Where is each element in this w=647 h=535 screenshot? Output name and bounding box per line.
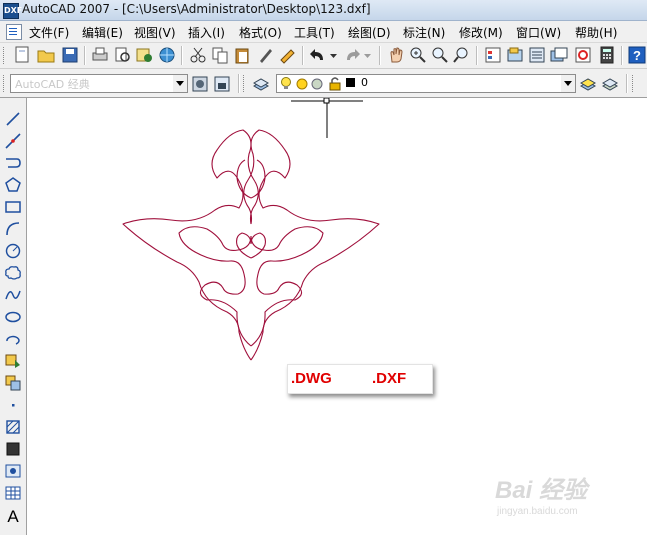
- menu-file[interactable]: 文件(F): [29, 24, 69, 41]
- calculator-icon[interactable]: [597, 45, 617, 65]
- badge-dwg-label: .DWG: [291, 370, 332, 387]
- make-object-layer-current-icon[interactable]: [578, 74, 598, 94]
- cut-icon[interactable]: [188, 45, 208, 65]
- paste-icon[interactable]: [232, 45, 252, 65]
- ellipse-icon[interactable]: [3, 307, 23, 327]
- workspace-save-icon[interactable]: [212, 74, 232, 94]
- insert-block-icon[interactable]: [3, 351, 23, 371]
- markup-set-manager-icon[interactable]: [573, 45, 593, 65]
- chevron-down-icon[interactable]: [173, 75, 187, 92]
- toolbar-grip[interactable]: [243, 75, 247, 92]
- watermark-brand: Bai 经验: [495, 477, 588, 504]
- lock-icon[interactable]: [328, 76, 342, 94]
- lightbulb-icon[interactable]: [279, 76, 293, 94]
- svg-text:?: ?: [633, 48, 641, 63]
- polygon-icon[interactable]: [3, 175, 23, 195]
- ellipse-arc-icon[interactable]: [3, 329, 23, 349]
- layer-dropdown[interactable]: 0: [276, 74, 576, 93]
- block-editor-icon[interactable]: [278, 45, 298, 65]
- new-file-icon[interactable]: [12, 45, 32, 65]
- menu-dimension[interactable]: 标注(N): [403, 24, 445, 41]
- format-badge: .DWG .DXF: [287, 364, 433, 394]
- viewport-freeze-icon[interactable]: [310, 76, 324, 94]
- point-icon[interactable]: [3, 395, 23, 415]
- svg-text:A: A: [7, 507, 19, 525]
- baidu-jingyan-watermark: Bai 经验 jingyan.baidu.com: [495, 470, 615, 520]
- construction-line-icon[interactable]: [3, 131, 23, 151]
- gradient-icon[interactable]: [3, 439, 23, 459]
- sun-freeze-icon[interactable]: [295, 76, 309, 94]
- zoom-realtime-icon[interactable]: [408, 45, 428, 65]
- redo-dropdown-icon[interactable]: [362, 45, 374, 65]
- line-icon[interactable]: [3, 109, 23, 129]
- menu-insert[interactable]: 插入(I): [188, 24, 225, 41]
- zoom-previous-icon[interactable]: [452, 45, 472, 65]
- watermark-url: jingyan.baidu.com: [497, 506, 578, 517]
- make-block-icon[interactable]: [3, 373, 23, 393]
- title-bar: DXF AutoCAD 2007 - [C:\Users\Administrat…: [0, 0, 647, 21]
- pan-realtime-icon[interactable]: [386, 45, 406, 65]
- document-icon[interactable]: [6, 24, 22, 40]
- menu-help[interactable]: 帮助(H): [575, 24, 617, 41]
- undo-dropdown-icon[interactable]: [328, 45, 340, 65]
- menu-modify[interactable]: 修改(M): [459, 24, 503, 41]
- layer-properties-icon[interactable]: [251, 74, 271, 94]
- sheet-set-manager-icon[interactable]: [549, 45, 569, 65]
- layer-previous-icon[interactable]: [600, 74, 620, 94]
- help-icon[interactable]: ?: [627, 45, 647, 65]
- undo-icon[interactable]: [308, 45, 328, 65]
- design-center-icon[interactable]: [505, 45, 525, 65]
- chevron-down-icon[interactable]: [561, 75, 575, 92]
- hatch-icon[interactable]: [3, 417, 23, 437]
- redo-icon[interactable]: [342, 45, 362, 65]
- multiline-text-icon[interactable]: A: [3, 505, 23, 525]
- menu-bar: 文件(F) 编辑(E) 视图(V) 插入(I) 格式(O) 工具(T) 绘图(D…: [0, 21, 647, 43]
- menu-window[interactable]: 窗口(W): [516, 24, 561, 41]
- region-icon[interactable]: [3, 461, 23, 481]
- table-icon[interactable]: [3, 483, 23, 503]
- match-properties-icon[interactable]: [256, 45, 276, 65]
- spline-icon[interactable]: [3, 285, 23, 305]
- menu-draw[interactable]: 绘图(D): [348, 24, 391, 41]
- layer-value: 0: [361, 76, 368, 89]
- menu-edit[interactable]: 编辑(E): [82, 24, 123, 41]
- workspace-dropdown[interactable]: AutoCAD 经典: [10, 74, 188, 93]
- tool-palettes-icon[interactable]: [527, 45, 547, 65]
- zoom-window-icon[interactable]: [430, 45, 450, 65]
- badge-dxf-label: .DXF: [372, 370, 407, 387]
- layers-toolbar: AutoCAD 经典 0: [0, 69, 647, 98]
- draw-toolbar: A: [0, 98, 27, 535]
- arc-icon[interactable]: [3, 219, 23, 239]
- autocad-dxf-icon[interactable]: DXF: [3, 3, 22, 19]
- open-file-icon[interactable]: [36, 45, 56, 65]
- circle-icon[interactable]: [3, 241, 23, 261]
- revision-cloud-icon[interactable]: [3, 263, 23, 283]
- save-icon[interactable]: [60, 45, 80, 65]
- polyline-icon[interactable]: [3, 153, 23, 173]
- print-icon[interactable]: [90, 45, 110, 65]
- menu-tools[interactable]: 工具(T): [294, 24, 335, 41]
- rectangle-icon[interactable]: [3, 197, 23, 217]
- menu-format[interactable]: 格式(O): [239, 24, 282, 41]
- properties-icon[interactable]: [483, 45, 503, 65]
- publish-web-icon[interactable]: [157, 45, 177, 65]
- toolbar-grip[interactable]: [632, 75, 636, 92]
- publish-icon[interactable]: [134, 45, 154, 65]
- toolbar-grip[interactable]: [3, 75, 7, 92]
- layer-color-swatch: [346, 78, 355, 87]
- standard-toolbar: ?: [0, 43, 647, 69]
- workspace-value: AutoCAD 经典: [15, 78, 90, 91]
- workspace-settings-icon[interactable]: [190, 74, 210, 94]
- menu-view[interactable]: 视图(V): [134, 24, 176, 41]
- window-title: AutoCAD 2007 - [C:\Users\Administrator\D…: [22, 2, 371, 16]
- copy-icon[interactable]: [210, 45, 230, 65]
- plot-preview-icon[interactable]: [112, 45, 132, 65]
- toolbar-grip[interactable]: [3, 47, 7, 64]
- ucs-crosshair: [291, 97, 365, 143]
